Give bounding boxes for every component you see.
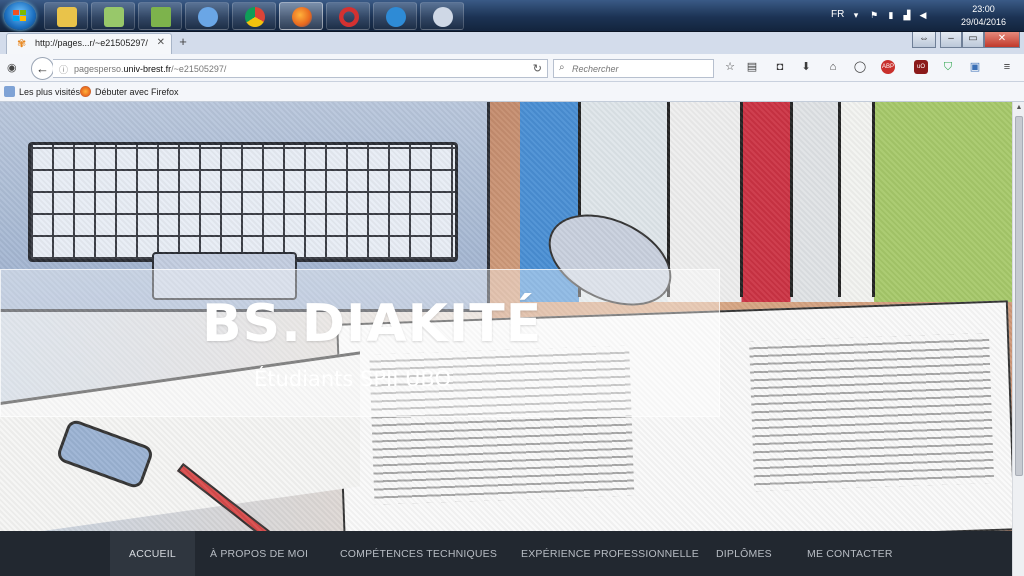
- url-text: pagesperso.univ-brest.fr/~e21505297/: [74, 64, 226, 74]
- hero-background-image: BS.DIAKITÉ Étudiants SPII UBO: [0, 102, 1012, 576]
- chevron-up-icon[interactable]: ▾: [851, 10, 861, 20]
- download-icon[interactable]: ⬇: [799, 60, 813, 74]
- maximize-button[interactable]: ▭: [962, 32, 984, 48]
- hero-banner: BS.DIAKITÉ Étudiants SPII UBO: [0, 269, 720, 417]
- address-bar[interactable]: ⓘ pagesperso.univ-brest.fr/~e21505297/ ↻: [53, 59, 548, 78]
- bookmark-label: Les plus visités: [19, 87, 81, 97]
- new-tab-icon[interactable]: +: [176, 34, 190, 50]
- browser-navigation-bar: ◉ ← ⓘ pagesperso.univ-brest.fr/~e2150529…: [0, 54, 1024, 82]
- scrollbar-thumb[interactable]: [1015, 116, 1023, 476]
- taskbar-app-explorer[interactable]: [44, 2, 88, 30]
- site-subtitle: Étudiants SPII UBO: [254, 367, 451, 391]
- internet-explorer-icon: [386, 7, 406, 27]
- bookmark-folder-icon: [4, 86, 15, 97]
- paint-icon: [433, 7, 453, 27]
- firefox-icon: [80, 86, 91, 97]
- page-viewport: BS.DIAKITÉ Étudiants SPII UBO ACCUEIL À …: [0, 102, 1012, 576]
- pocket-icon[interactable]: ◘: [773, 60, 787, 74]
- battery-icon[interactable]: ▮: [886, 10, 896, 20]
- taskbar-app-files[interactable]: [91, 2, 135, 30]
- shield-icon[interactable]: ⛉: [941, 60, 955, 74]
- reload-icon[interactable]: ↻: [533, 62, 542, 75]
- network-signal-icon[interactable]: ▟: [902, 10, 912, 20]
- folder-icon: [57, 7, 77, 27]
- close-tab-icon[interactable]: ✕: [157, 37, 165, 48]
- taskbar-app-chrome[interactable]: [232, 2, 276, 30]
- windows-logo-icon: [13, 10, 27, 22]
- tab-title: http://pages...r/~e21505297/: [35, 38, 148, 48]
- bookmark-most-visited[interactable]: Les plus visités: [4, 86, 80, 97]
- url-domain: univ-brest.fr: [123, 64, 172, 74]
- restore-down-button[interactable]: ⇔: [912, 32, 936, 48]
- clock-time: 23:00: [972, 4, 995, 14]
- clock-date: 29/04/2016: [960, 17, 1006, 27]
- bookmarks-toolbar: Les plus visités Débuter avec Firefox: [0, 82, 1024, 102]
- chat-icon[interactable]: ◯: [853, 60, 867, 74]
- taskbar-app-ie[interactable]: [373, 2, 417, 30]
- arrow-left-icon: ←: [36, 61, 49, 76]
- taskbar-app-firefox[interactable]: [279, 2, 323, 30]
- minimize-button[interactable]: –: [940, 32, 962, 48]
- url-path: /~e21505297/: [171, 64, 227, 74]
- search-bar[interactable]: ⌕: [553, 59, 714, 78]
- site-title: BS.DIAKITÉ: [202, 294, 543, 354]
- site-info-icon[interactable]: ⓘ: [59, 63, 68, 76]
- start-button[interactable]: [4, 2, 36, 30]
- taskbar-app-chart[interactable]: [138, 2, 182, 30]
- reading-list-icon[interactable]: ▤: [745, 60, 759, 74]
- system-tray: FR ▾ ⚑ ▮ ▟ ◀ 23:00 29/04/2016: [824, 0, 1024, 32]
- chart-app-icon: [151, 7, 171, 27]
- firefox-icon: [292, 7, 312, 27]
- bookmark-label: Débuter avec Firefox: [95, 87, 179, 97]
- search-icon: ⌕: [559, 62, 565, 73]
- safari-icon: [198, 7, 218, 27]
- volume-icon[interactable]: ◀: [918, 10, 928, 20]
- taskbar-app-safari[interactable]: [185, 2, 229, 30]
- file-manager-icon: [104, 7, 124, 27]
- bookmark-star-icon[interactable]: ☆: [723, 60, 737, 74]
- opera-icon: [339, 7, 359, 27]
- menu-item-accueil[interactable]: ACCUEIL: [110, 531, 195, 576]
- windows-taskbar: FR ▾ ⚑ ▮ ▟ ◀ 23:00 29/04/2016: [0, 0, 1024, 32]
- menu-item-contact[interactable]: ME CONTACTER: [788, 531, 912, 576]
- browser-tab-strip: ✾ http://pages...r/~e21505297/ ✕ + ⇔ – ▭…: [0, 32, 1024, 54]
- back-button[interactable]: ←: [31, 57, 54, 80]
- ublock-icon[interactable]: uO: [914, 60, 928, 74]
- menu-item-diplomes[interactable]: DIPLÔMES: [697, 531, 791, 576]
- action-center-flag-icon[interactable]: ⚑: [869, 10, 879, 20]
- taskbar-app-opera[interactable]: [326, 2, 370, 30]
- taskbar-app-paint[interactable]: [420, 2, 464, 30]
- menu-item-experience[interactable]: EXPÉRIENCE PROFESSIONNELLE: [502, 531, 718, 576]
- bookmark-getting-started[interactable]: Débuter avec Firefox: [80, 86, 179, 97]
- chrome-icon: [245, 7, 265, 27]
- scroll-up-arrow-icon[interactable]: ▲: [1013, 102, 1024, 114]
- adblock-icon[interactable]: ABP: [881, 60, 895, 74]
- menu-item-a-propos[interactable]: À PROPOS DE MOI: [191, 531, 327, 576]
- home-icon[interactable]: ⌂: [826, 60, 840, 74]
- close-window-button[interactable]: ✕: [984, 32, 1020, 48]
- vertical-scrollbar[interactable]: ▲: [1012, 102, 1024, 576]
- eye-icon[interactable]: ◉: [7, 61, 17, 74]
- main-navigation-menu: ACCUEIL À PROPOS DE MOI COMPÉTENCES TECH…: [0, 531, 1012, 576]
- url-prefix: pagesperso.: [74, 64, 124, 74]
- search-input[interactable]: [572, 63, 710, 75]
- menu-hamburger-icon[interactable]: ≡: [1000, 60, 1014, 74]
- site-favicon-icon: ✾: [17, 38, 27, 50]
- system-clock[interactable]: 23:00 29/04/2016: [961, 3, 1006, 29]
- browser-tab-active[interactable]: ✾ http://pages...r/~e21505297/ ✕: [6, 33, 172, 54]
- screenshot-icon[interactable]: ▣: [968, 60, 982, 74]
- menu-item-competences[interactable]: COMPÉTENCES TECHNIQUES: [321, 531, 516, 576]
- language-indicator[interactable]: FR: [831, 9, 844, 20]
